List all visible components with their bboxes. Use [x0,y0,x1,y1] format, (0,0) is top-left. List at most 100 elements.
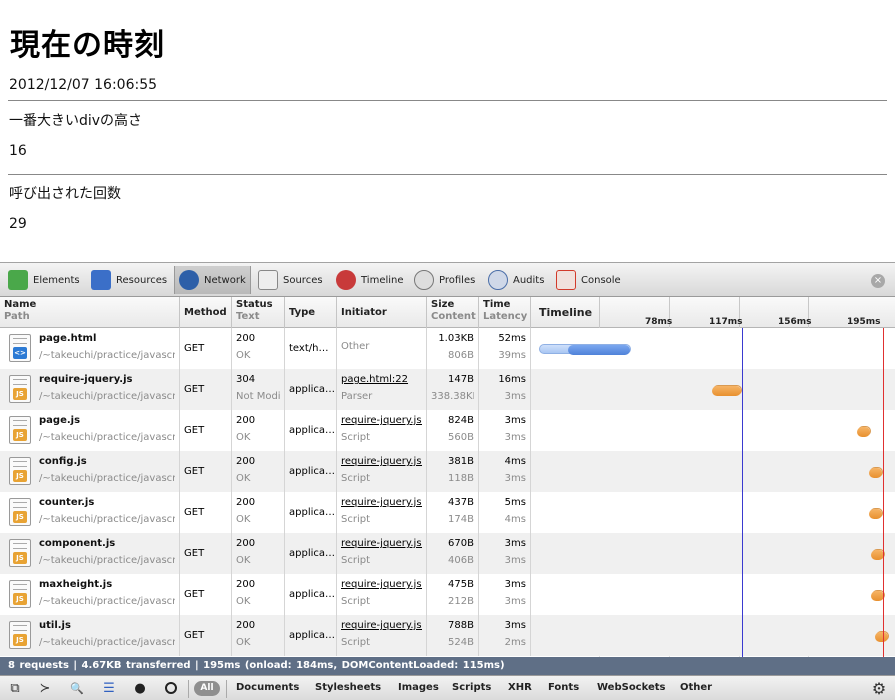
timeline-divider [599,297,600,328]
timeline-latency [869,468,883,478]
filter-stylesheets[interactable]: Stylesheets [315,682,381,693]
size-cell: 437B 174B [427,492,479,533]
tab-label: Profiles [439,274,476,286]
type-value: applica… [289,507,336,518]
file-name: page.js [39,415,81,426]
initiator-link[interactable]: require-jquery.js:1 [341,497,422,508]
tab-resources[interactable]: Resources [87,266,171,294]
header-type[interactable]: Type [285,297,337,328]
header-label: Time [483,299,511,310]
content-size: 212B [448,596,474,607]
tab-elements[interactable]: Elements [4,266,84,294]
clear-circle [165,682,177,694]
clear-icon[interactable] [160,679,182,699]
header-timeline[interactable]: Timeline 78ms 117ms 156ms 195ms [531,297,895,328]
timeline-bar[interactable] [869,508,884,519]
timeline-tick: 156ms [778,317,812,327]
initiator-link[interactable]: require-jquery.js:1 [341,620,422,631]
filter-documents[interactable]: Documents [236,682,299,693]
initiator-link[interactable]: require-jquery.js:1 [341,538,422,549]
tab-audits[interactable]: Audits [484,266,548,294]
method-value: GET [184,466,205,477]
tab-console[interactable]: Console [552,266,625,294]
type-value: applica… [289,630,336,641]
table-row[interactable]: JS config.js /~takeuchi/practice/javascri G… [0,451,895,492]
header-status[interactable]: Status Text [232,297,285,328]
file-path: /~takeuchi/practice/javascri [39,596,175,607]
filter-scripts[interactable]: Scripts [452,682,491,693]
settings-icon[interactable]: ⚙ [868,679,890,699]
timeline-bar[interactable] [857,426,871,437]
tab-sources[interactable]: Sources [254,266,327,294]
header-size[interactable]: Size Content [427,297,479,328]
timeline-cell [531,328,895,369]
header-time[interactable]: Time Latency [479,297,531,328]
initiator-link[interactable]: require-jquery.js:1 [341,456,422,467]
size-value: 670B [448,538,474,549]
initiator-link[interactable]: require-jquery.js:1 [341,579,422,590]
latency-value: 3ms [504,596,526,607]
filter-other[interactable]: Other [680,682,712,693]
close-icon[interactable]: × [871,274,885,288]
header-label: Method [184,307,227,318]
profiles-icon [414,270,434,290]
status-text: OK [236,555,251,566]
tab-label: Audits [513,274,545,286]
latency-value: 3ms [504,473,526,484]
header-method[interactable]: Method [180,297,232,328]
filter-images[interactable]: Images [398,682,439,693]
status-text: OK [236,596,251,607]
table-row[interactable]: JS page.js /~takeuchi/practice/javascri GET… [0,410,895,451]
filter-xhr[interactable]: XHR [508,682,532,693]
timeline-bar[interactable] [539,344,631,355]
size-cell: 788B 524B [427,615,479,656]
timeline-latency [869,509,883,519]
file-lines [13,461,27,467]
header-name[interactable]: Name Path [0,297,180,328]
file-name: maxheight.js [39,579,113,590]
initiator-value: Other [341,341,370,352]
size-cell: 381B 118B [427,451,479,492]
separator [226,680,227,698]
tab-network[interactable]: Network [174,266,251,294]
table-row[interactable]: JS component.js /~takeuchi/practice/javasc… [0,533,895,574]
header-sublabel: Latency [483,311,528,322]
name-cell: JS counter.js /~takeuchi/practice/javascri [0,492,180,533]
console-drawer-icon[interactable]: ≻ [34,679,56,699]
list-view-icon[interactable]: ☰ [98,679,120,699]
file-lines [13,543,27,549]
table-row[interactable]: JS counter.js /~takeuchi/practice/javascri… [0,492,895,533]
status-code: 200 [236,497,256,508]
timeline-bar[interactable] [712,385,742,396]
record-icon[interactable]: ● [129,679,151,699]
filter-all[interactable]: All [194,681,220,696]
status-cell: 304 Not Modif [232,369,285,410]
type-value: applica… [289,425,336,436]
table-row[interactable]: JS require-jquery.js /~takeuchi/practice/j… [0,369,895,410]
tab-timeline[interactable]: Timeline [332,266,408,294]
call-count-value: 29 [9,216,27,232]
table-row[interactable]: <> page.html /~takeuchi/practice/javascri G… [0,328,895,369]
filter-fonts[interactable]: Fonts [548,682,579,693]
method-value: GET [184,548,205,559]
table-row[interactable]: JS maxheight.js /~takeuchi/practice/javasc… [0,574,895,615]
tab-label: Elements [33,274,80,286]
dock-icon[interactable]: ⧉ [4,679,26,699]
initiator-link[interactable]: require-jquery.js:1 [341,415,422,426]
js-file-icon: JS [9,457,31,485]
type-value: text/h… [289,343,329,354]
file-name: page.html [39,333,97,344]
timeline-bar[interactable] [869,467,884,478]
filter-websockets[interactable]: WebSockets [597,682,666,693]
initiator-link[interactable]: page.html:22 [341,374,422,385]
table-row[interactable]: JS util.js /~takeuchi/practice/javascri GET… [0,615,895,656]
domcontentloaded-marker [741,328,743,657]
initiator-type: Script [341,637,371,648]
search-icon[interactable]: 🔍 [66,679,88,699]
status-cell: 200 OK [232,492,285,533]
tab-profiles[interactable]: Profiles [410,266,479,294]
latency-value: 3ms [504,555,526,566]
time-value: 3ms [504,579,526,590]
header-initiator[interactable]: Initiator [337,297,427,328]
console-icon [556,270,576,290]
